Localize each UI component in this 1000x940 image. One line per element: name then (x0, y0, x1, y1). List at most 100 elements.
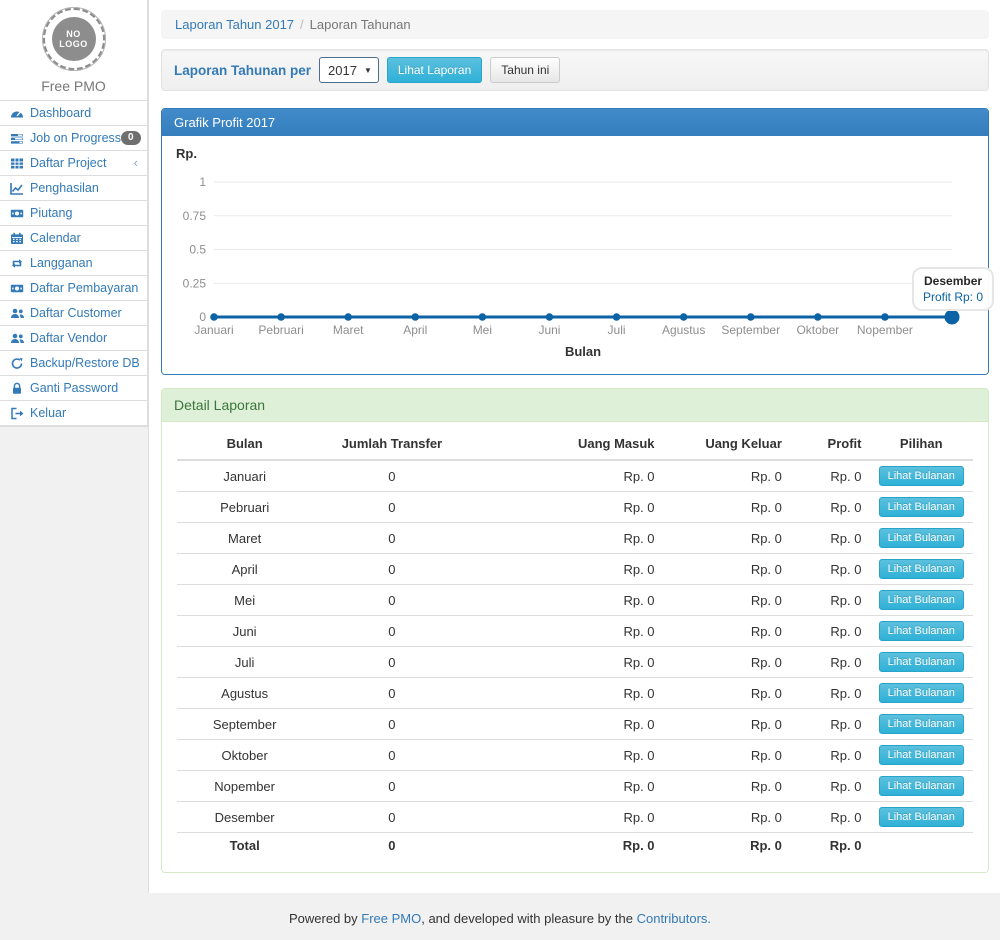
year-filter-bar: Laporan Tahunan per 2017 ▼ Lihat Laporan… (161, 49, 989, 91)
cell-masuk: Rp. 0 (472, 771, 663, 802)
sidebar-item-label: Daftar Vendor (30, 331, 138, 345)
lihat-bulanan-button[interactable]: Lihat Bulanan (879, 745, 964, 765)
lihat-bulanan-button[interactable]: Lihat Bulanan (879, 559, 964, 579)
sidebar-item-daftar-vendor[interactable]: Daftar Vendor (0, 326, 147, 351)
users-icon (9, 332, 25, 345)
cell-profit: Rp. 0 (790, 740, 870, 771)
sidebar-item-dashboard[interactable]: Dashboard (0, 101, 147, 126)
cell-pilihan: Lihat Bulanan (869, 678, 973, 709)
lihat-bulanan-button[interactable]: Lihat Bulanan (879, 683, 964, 703)
x-tick-label: Nopember (857, 323, 913, 337)
sidebar-item-penghasilan[interactable]: Penghasilan (0, 176, 147, 201)
column-header-uang-masuk: Uang Masuk (472, 428, 663, 460)
x-tick-label: Maret (333, 323, 364, 337)
chart-point[interactable] (546, 313, 554, 321)
sidebar-item-label: Backup/Restore DB (30, 356, 140, 370)
sidebar-item-keluar[interactable]: Keluar (0, 401, 147, 426)
sidebar-item-backup-restore-db[interactable]: Backup/Restore DB (0, 351, 147, 376)
profit-chart: Rp.00.250.50.751JanuariPebruariMaretApri… (162, 136, 988, 374)
lihat-bulanan-button[interactable]: Lihat Bulanan (879, 652, 964, 672)
cell-masuk: Rp. 0 (472, 678, 663, 709)
cell-keluar: Rp. 0 (663, 523, 790, 554)
chart-point[interactable] (613, 313, 621, 321)
column-header-profit: Profit (790, 428, 870, 460)
footer-link-free-pmo[interactable]: Free PMO (361, 911, 421, 926)
total-bulan: Total (177, 833, 312, 859)
sidebar-item-daftar-customer[interactable]: Daftar Customer (0, 301, 147, 326)
cell-bulan: Oktober (177, 740, 312, 771)
table-header-row: BulanJumlah TransferUang MasukUang Kelua… (177, 428, 973, 460)
cell-transfer: 0 (312, 585, 471, 616)
sidebar-item-ganti-password[interactable]: Ganti Password (0, 376, 147, 401)
lihat-bulanan-button[interactable]: Lihat Bulanan (879, 528, 964, 548)
sidebar: NO LOGO Free PMO DashboardJob on Progres… (0, 0, 148, 893)
chart-point-active[interactable] (945, 310, 960, 325)
cell-bulan: Januari (177, 460, 312, 492)
cell-profit: Rp. 0 (790, 554, 870, 585)
total-pilihan-empty (869, 833, 973, 859)
lihat-bulanan-button[interactable]: Lihat Bulanan (879, 807, 964, 827)
cell-transfer: 0 (312, 460, 471, 492)
breadcrumb-link-laporan-tahun[interactable]: Laporan Tahun 2017 (175, 17, 294, 32)
chart-point[interactable] (344, 313, 352, 321)
total-profit: Rp. 0 (790, 833, 870, 859)
lihat-bulanan-button[interactable]: Lihat Bulanan (879, 466, 964, 486)
lihat-bulanan-button[interactable]: Lihat Bulanan (879, 590, 964, 610)
cell-transfer: 0 (312, 678, 471, 709)
cell-bulan: September (177, 709, 312, 740)
progress-count-badge: 0 (121, 131, 141, 145)
cell-pilihan: Lihat Bulanan (869, 460, 973, 492)
profit-line-chart: Rp.00.250.50.751JanuariPebruariMaretApri… (162, 140, 988, 366)
footer-link-contributors[interactable]: Contributors. (637, 911, 711, 926)
table-row: Pebruari0Rp. 0Rp. 0Rp. 0Lihat Bulanan (177, 492, 973, 523)
lihat-laporan-button[interactable]: Lihat Laporan (387, 57, 482, 83)
sidebar-item-job-on-progress[interactable]: Job on Progress0 (0, 126, 147, 151)
x-tick-label: Juni (538, 323, 560, 337)
logo-text-line1: NO (66, 29, 81, 39)
chart-point[interactable] (210, 313, 218, 321)
sidebar-item-langganan[interactable]: Langganan (0, 251, 147, 276)
cell-keluar: Rp. 0 (663, 616, 790, 647)
x-tick-label: Agustus (662, 323, 705, 337)
chart-point[interactable] (881, 313, 889, 321)
lihat-bulanan-button[interactable]: Lihat Bulanan (879, 497, 964, 517)
total-transfer: 0 (312, 833, 471, 859)
cell-pilihan: Lihat Bulanan (869, 492, 973, 523)
cell-bulan: Desember (177, 802, 312, 833)
x-tick-label: Januari (194, 323, 233, 337)
chart-point[interactable] (814, 313, 822, 321)
table-row: Juli0Rp. 0Rp. 0Rp. 0Lihat Bulanan (177, 647, 973, 678)
chart-point[interactable] (411, 313, 419, 321)
cell-masuk: Rp. 0 (472, 740, 663, 771)
table-row: Mei0Rp. 0Rp. 0Rp. 0Lihat Bulanan (177, 585, 973, 616)
sidebar-item-piutang[interactable]: Piutang (0, 201, 147, 226)
chart-point[interactable] (277, 313, 285, 321)
chart-point[interactable] (680, 313, 688, 321)
tahun-ini-button[interactable]: Tahun ini (490, 57, 560, 83)
line-chart-icon (9, 182, 25, 195)
y-tick-label: 0.5 (189, 243, 206, 257)
logo-block: NO LOGO Free PMO (0, 0, 147, 100)
chart-point[interactable] (479, 313, 487, 321)
sidebar-item-label: Penghasilan (30, 181, 138, 195)
chart-point[interactable] (747, 313, 755, 321)
main-content: Laporan Tahun 2017/Laporan Tahunan Lapor… (148, 0, 1000, 893)
table-row: Agustus0Rp. 0Rp. 0Rp. 0Lihat Bulanan (177, 678, 973, 709)
sidebar-item-daftar-project[interactable]: Daftar Project‹ (0, 151, 147, 176)
lihat-bulanan-button[interactable]: Lihat Bulanan (879, 776, 964, 796)
footer-text-prefix: Powered by (289, 911, 361, 926)
lihat-bulanan-button[interactable]: Lihat Bulanan (879, 621, 964, 641)
table-row: Maret0Rp. 0Rp. 0Rp. 0Lihat Bulanan (177, 523, 973, 554)
sidebar-item-daftar-pembayaran[interactable]: Daftar Pembayaran (0, 276, 147, 301)
year-select[interactable]: 2017 ▼ (319, 57, 379, 83)
cell-profit: Rp. 0 (790, 523, 870, 554)
table-total-row: Total0Rp. 0Rp. 0Rp. 0 (177, 833, 973, 859)
sidebar-item-calendar[interactable]: Calendar (0, 226, 147, 251)
lihat-bulanan-button[interactable]: Lihat Bulanan (879, 714, 964, 734)
column-header-pilihan: Pilihan (869, 428, 973, 460)
brand-name: Free PMO (0, 78, 147, 94)
year-select-value: 2017 (328, 63, 357, 78)
cell-keluar: Rp. 0 (663, 678, 790, 709)
cell-bulan: April (177, 554, 312, 585)
sign-out-icon (9, 407, 25, 420)
